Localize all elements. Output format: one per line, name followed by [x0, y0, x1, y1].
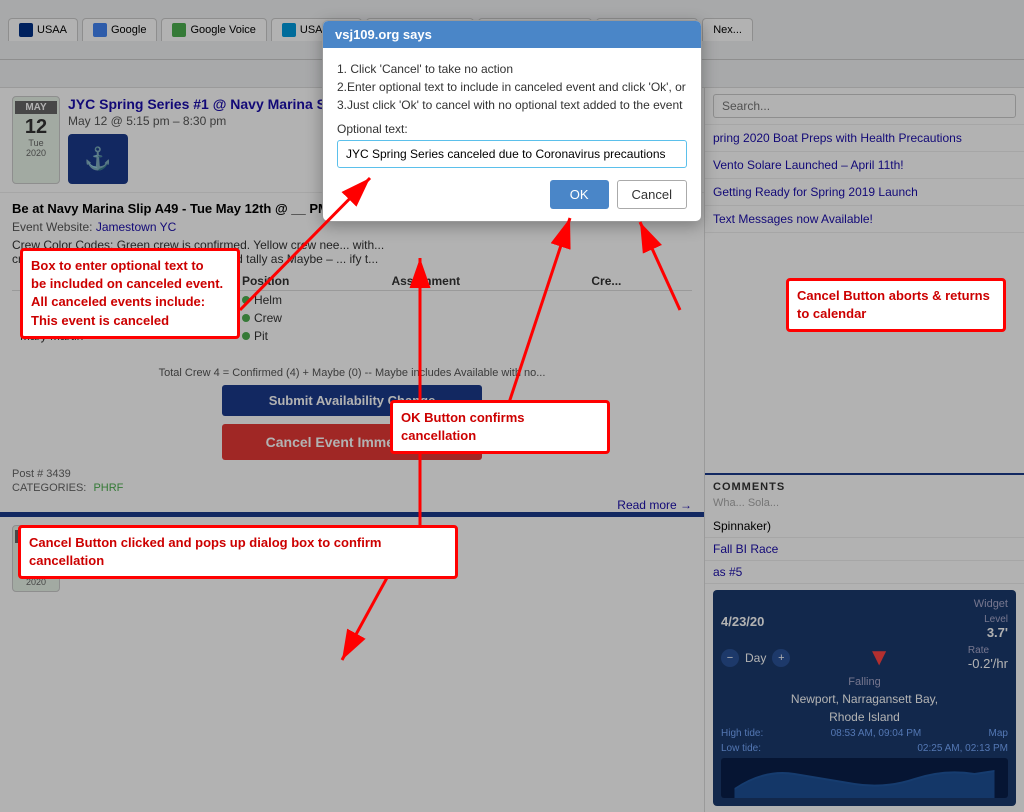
dialog-instructions: 1. Click 'Cancel' to take no action 2.En… [337, 60, 687, 114]
dialog-overlay: vsj109.org says 1. Click 'Cancel' to tak… [0, 0, 1024, 812]
dialog-ok-button[interactable]: OK [550, 180, 609, 209]
dialog-title-bar: vsj109.org says [323, 21, 701, 48]
dialog-cancel-button[interactable]: Cancel [617, 180, 687, 209]
dialog-instruction-1: 1. Click 'Cancel' to take no action [337, 62, 513, 76]
dialog-buttons: OK Cancel [337, 180, 687, 209]
dialog-optional-label: Optional text: [337, 122, 687, 136]
dialog-box: vsj109.org says 1. Click 'Cancel' to tak… [322, 20, 702, 222]
dialog-instruction-2: 2.Enter optional text to include in canc… [337, 80, 686, 94]
dialog-body: 1. Click 'Cancel' to take no action 2.En… [323, 48, 701, 221]
dialog-instruction-3: 3.Just click 'Ok' to cancel with no opti… [337, 98, 682, 112]
dialog-text-input[interactable] [337, 140, 687, 168]
